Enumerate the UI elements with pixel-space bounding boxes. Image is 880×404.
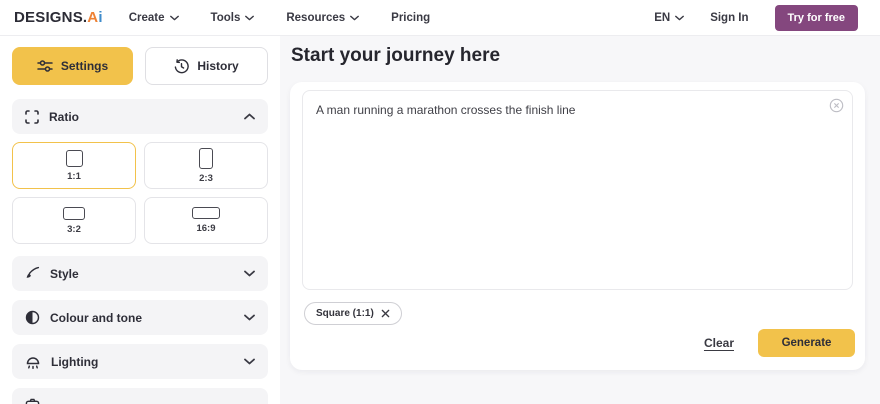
ratio-shape-square bbox=[66, 150, 83, 167]
top-navbar: DESIGNS.Ai Create Tools Resources Pricin… bbox=[0, 0, 880, 36]
navbar-right: EN Sign In Try for free bbox=[654, 5, 858, 31]
logo[interactable]: DESIGNS.Ai bbox=[14, 9, 103, 26]
sidebar-section-lighting[interactable]: Lighting bbox=[12, 344, 268, 379]
language-label: EN bbox=[654, 12, 670, 24]
remove-chip-icon[interactable] bbox=[381, 309, 390, 318]
chevron-down-icon bbox=[350, 15, 359, 21]
nav-item-create[interactable]: Create bbox=[129, 12, 179, 24]
chevron-down-icon bbox=[675, 15, 684, 21]
chevron-down-icon bbox=[244, 270, 255, 277]
ratio-option-label: 3:2 bbox=[67, 224, 81, 235]
lamp-icon bbox=[25, 355, 41, 369]
page-title: Start your journey here bbox=[291, 45, 500, 67]
ratio-chip-label: Square (1:1) bbox=[316, 308, 374, 319]
logo-text-dark: DESIGNS. bbox=[14, 9, 87, 26]
tab-settings-label: Settings bbox=[61, 59, 108, 73]
sidebar-section-style[interactable]: Style bbox=[12, 256, 268, 291]
sidebar-section-partial[interactable] bbox=[12, 388, 268, 404]
main-content: Start your journey here Square (1:1) Cle… bbox=[280, 36, 880, 404]
section-label: Ratio bbox=[49, 110, 79, 124]
nav-item-resources[interactable]: Resources bbox=[286, 12, 359, 24]
clear-button[interactable]: Clear bbox=[704, 336, 734, 350]
sidebar-tabs: Settings History bbox=[12, 47, 268, 85]
language-selector[interactable]: EN bbox=[654, 12, 684, 24]
tab-history-label: History bbox=[197, 59, 238, 73]
prompt-input-wrapper bbox=[302, 90, 853, 290]
settings-sidebar: Settings History Ratio bbox=[0, 36, 280, 404]
nav-item-label: Tools bbox=[211, 12, 241, 24]
hidden-section-icon bbox=[25, 398, 40, 404]
ratio-option-3-2[interactable]: 3:2 bbox=[12, 197, 136, 244]
ratio-shape-portrait bbox=[199, 148, 213, 169]
ratio-option-label: 16:9 bbox=[196, 223, 215, 234]
ratio-options: 1:1 2:3 3:2 16:9 bbox=[12, 142, 268, 244]
ratio-shape-wide bbox=[192, 207, 220, 219]
ratio-option-label: 1:1 bbox=[67, 171, 81, 182]
nav-item-tools[interactable]: Tools bbox=[211, 12, 255, 24]
contrast-icon bbox=[25, 310, 40, 325]
ratio-chip[interactable]: Square (1:1) bbox=[304, 302, 402, 325]
tab-settings[interactable]: Settings bbox=[12, 47, 133, 85]
sign-in-link[interactable]: Sign In bbox=[710, 12, 748, 24]
section-label: Style bbox=[50, 267, 79, 281]
sign-in-label: Sign In bbox=[710, 12, 748, 24]
sidebar-section-ratio[interactable]: Ratio bbox=[12, 99, 268, 134]
chevron-down-icon bbox=[244, 314, 255, 321]
ratio-option-label: 2:3 bbox=[199, 173, 213, 184]
clear-prompt-icon[interactable] bbox=[829, 98, 844, 113]
ratio-option-16-9[interactable]: 16:9 bbox=[144, 197, 268, 244]
prompt-card: Square (1:1) Clear Generate bbox=[290, 82, 865, 370]
chevron-up-icon bbox=[244, 113, 255, 120]
crop-corners-icon bbox=[25, 110, 39, 124]
section-label: Colour and tone bbox=[50, 311, 142, 325]
ratio-option-1-1[interactable]: 1:1 bbox=[12, 142, 136, 189]
logo-text-i: i bbox=[98, 9, 102, 26]
prompt-input[interactable] bbox=[303, 91, 852, 289]
sidebar-section-colour-tone[interactable]: Colour and tone bbox=[12, 300, 268, 335]
chevron-down-icon bbox=[170, 15, 179, 21]
nav-item-label: Resources bbox=[286, 12, 345, 24]
history-icon bbox=[174, 59, 189, 74]
logo-text-a: A bbox=[87, 9, 98, 26]
chevron-down-icon bbox=[245, 15, 254, 21]
try-for-free-button[interactable]: Try for free bbox=[775, 5, 858, 31]
generate-button[interactable]: Generate bbox=[758, 329, 855, 357]
prompt-actions: Clear Generate bbox=[704, 329, 855, 357]
nav-links: Create Tools Resources Pricing bbox=[129, 12, 430, 24]
nav-item-pricing[interactable]: Pricing bbox=[391, 12, 430, 24]
ratio-shape-landscape bbox=[63, 207, 85, 220]
chevron-down-icon bbox=[244, 358, 255, 365]
section-label: Lighting bbox=[51, 355, 98, 369]
nav-item-label: Create bbox=[129, 12, 165, 24]
sliders-icon bbox=[37, 59, 53, 73]
paintbrush-icon bbox=[25, 266, 40, 281]
nav-item-label: Pricing bbox=[391, 12, 430, 24]
tab-history[interactable]: History bbox=[145, 47, 268, 85]
ratio-option-2-3[interactable]: 2:3 bbox=[144, 142, 268, 189]
